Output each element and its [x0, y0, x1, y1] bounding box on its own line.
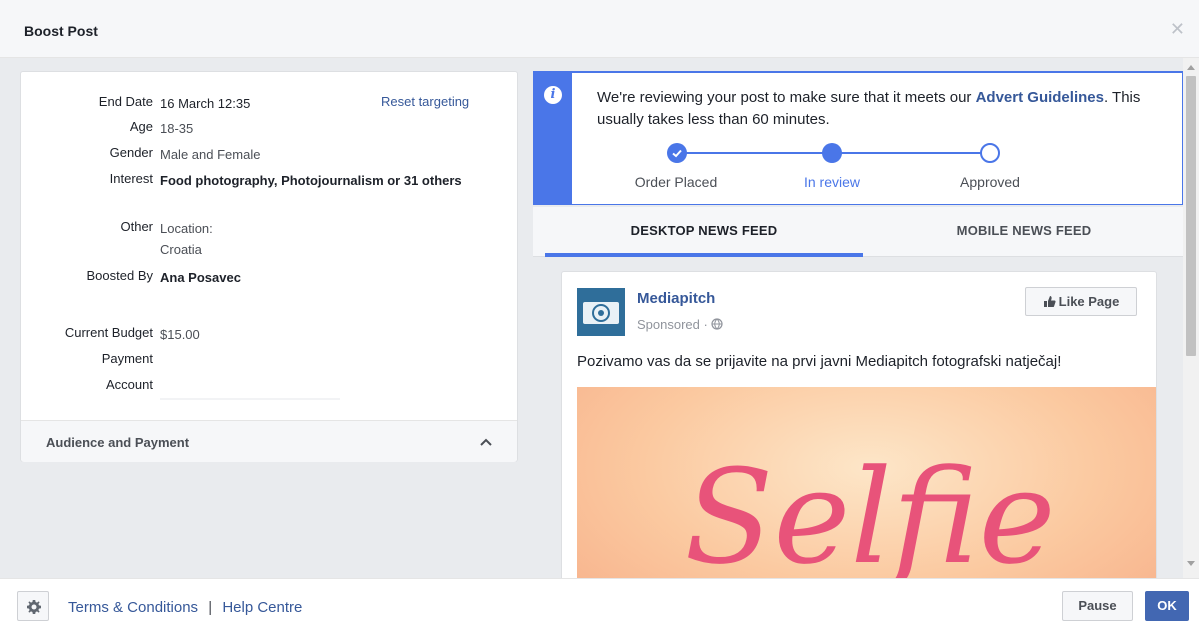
masked-account-value — [160, 398, 340, 400]
settings-button[interactable] — [17, 591, 49, 621]
svg-text:Selfie: Selfie — [684, 441, 1055, 578]
summary-value: Ana Posavec — [160, 270, 241, 285]
post-message: Pozivamo vas da se prijavite na prvi jav… — [577, 353, 1062, 370]
info-icon: i — [544, 86, 562, 104]
terms-conditions-link[interactable]: Terms & Conditions — [68, 599, 198, 616]
thumbs-up-icon — [1043, 296, 1056, 307]
preview-tabs: DESKTOP NEWS FEED MOBILE NEWS FEED — [533, 207, 1183, 257]
sponsored-label: Sponsored · — [637, 317, 724, 332]
step-dot-in-review — [822, 143, 842, 163]
camera-lens-icon — [583, 302, 619, 324]
post-preview-card: Mediapitch Sponsored · Like Page Pozivam… — [561, 271, 1157, 578]
page-name-link[interactable]: Mediapitch — [637, 290, 715, 307]
summary-value: 16 March 12:35 — [160, 96, 251, 111]
summary-value: Location: — [160, 221, 213, 236]
selfie-logo: Selfie — [684, 441, 1055, 578]
summary-value: $15.00 — [160, 327, 200, 342]
review-message: We're reviewing your post to make sure t… — [597, 89, 1141, 128]
scroll-thumb[interactable] — [1186, 76, 1196, 356]
gear-icon — [27, 600, 41, 614]
summary-label: Interest — [109, 171, 153, 186]
globe-icon — [711, 318, 724, 330]
tab-desktop-news-feed[interactable]: DESKTOP NEWS FEED — [545, 207, 863, 257]
step-label-order-placed: Order Placed — [634, 174, 718, 190]
summary-label: Boosted By — [86, 268, 154, 283]
advert-guidelines-link[interactable]: Advert Guidelines — [976, 89, 1104, 106]
boost-summary-card: Reset targeting End Date 16 March 12:35 … — [20, 71, 518, 462]
step-label-in-review: In review — [803, 174, 861, 190]
dialog-footer: Terms & Conditions | Help Centre Pause O… — [0, 578, 1199, 630]
summary-value: Food photography, Photojournalism or 31 … — [160, 173, 462, 188]
news-feed-preview: Mediapitch Sponsored · Like Page Pozivam… — [533, 257, 1183, 578]
dialog-header: Boost Post ✕ — [0, 0, 1199, 58]
summary-value: Male and Female — [160, 147, 261, 162]
help-centre-link[interactable]: Help Centre — [222, 599, 302, 616]
scroll-down-arrow-icon[interactable] — [1187, 561, 1195, 566]
step-dot-order-placed — [667, 143, 687, 163]
chevron-up-icon — [480, 438, 492, 446]
step-dot-approved — [980, 143, 1000, 163]
check-icon — [672, 149, 682, 158]
summary-label: Gender — [109, 145, 153, 160]
tab-mobile-news-feed[interactable]: MOBILE NEWS FEED — [865, 207, 1183, 257]
progress-line — [837, 152, 987, 154]
summary-label: End Date — [98, 94, 153, 109]
post-image[interactable]: Selfie — [577, 387, 1156, 578]
review-progress: Order Placed In review Approved — [534, 139, 1184, 199]
summary-label: Age — [129, 119, 153, 134]
like-page-button[interactable]: Like Page — [1025, 287, 1137, 316]
page-avatar[interactable] — [577, 288, 625, 336]
footer-links: Terms & Conditions | Help Centre — [68, 599, 302, 616]
preview-panel: i We're reviewing your post to make sure… — [533, 71, 1183, 578]
summary-value-secondary: Croatia — [160, 242, 202, 257]
review-status-box: i We're reviewing your post to make sure… — [533, 71, 1183, 205]
footer-separator: | — [208, 599, 213, 616]
step-label-approved: Approved — [960, 174, 1020, 190]
dialog-scrollbar[interactable] — [1183, 58, 1199, 578]
audience-payment-label: Audience and Payment — [46, 435, 190, 450]
dialog-title: Boost Post — [24, 23, 98, 39]
scroll-up-arrow-icon[interactable] — [1187, 65, 1195, 70]
summary-label: Account — [106, 377, 153, 392]
summary-value: 18-35 — [160, 121, 194, 136]
summary-label: Payment — [101, 351, 153, 366]
summary-label: Other — [120, 219, 153, 234]
summary-label: Current Budget — [64, 325, 153, 340]
audience-payment-toggle[interactable]: Audience and Payment — [21, 420, 517, 462]
pause-button[interactable]: Pause — [1062, 591, 1133, 621]
progress-line — [677, 152, 827, 154]
close-icon[interactable]: ✕ — [1170, 20, 1185, 38]
ok-button[interactable]: OK — [1145, 591, 1189, 621]
dialog-body: Reset targeting End Date 16 March 12:35 … — [0, 58, 1199, 578]
